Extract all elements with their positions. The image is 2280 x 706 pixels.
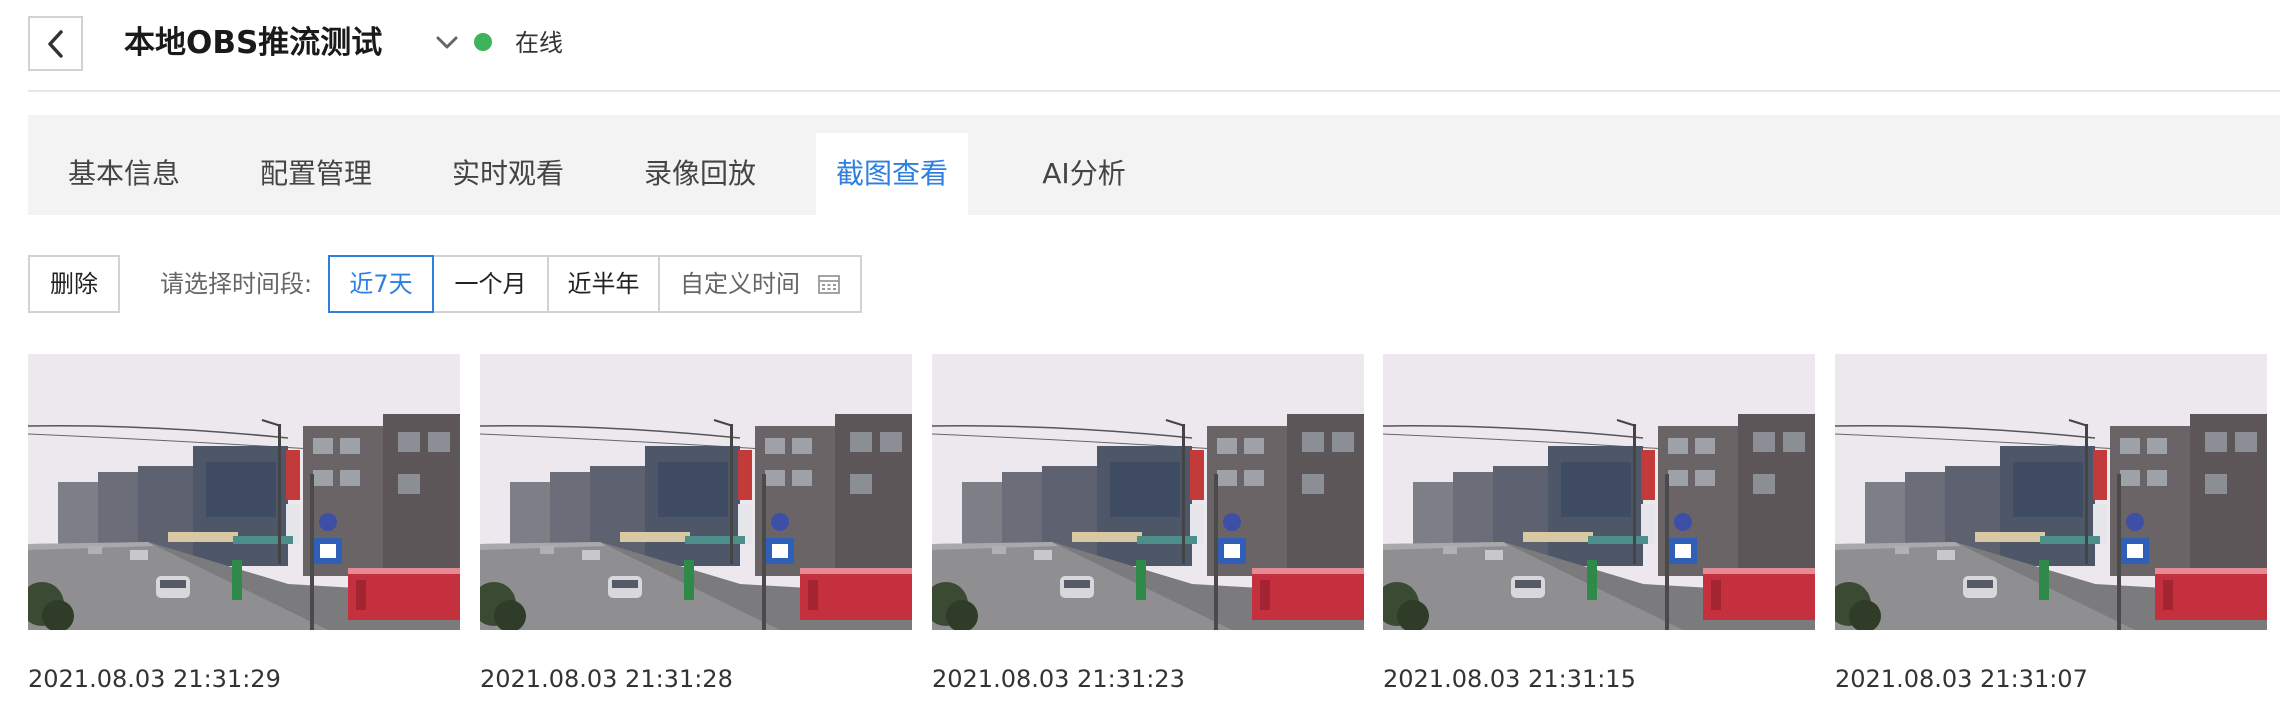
snapshot-thumbnail[interactable] bbox=[1383, 354, 1815, 630]
snapshot-timestamp: 2021.08.03 21:31:23 bbox=[932, 665, 1185, 693]
snapshot-timestamp: 2021.08.03 21:31:07 bbox=[1835, 665, 2088, 693]
tab-ai-analysis[interactable]: AI分析 bbox=[988, 133, 1180, 215]
custom-time-label: 自定义时间 bbox=[680, 270, 800, 298]
snapshot-image bbox=[1383, 354, 1815, 630]
snapshot-image bbox=[1835, 354, 2267, 630]
device-header: 本地OBS推流测试 在线 bbox=[28, 16, 2280, 92]
snapshot-image bbox=[932, 354, 1364, 630]
device-title: 本地OBS推流测试 bbox=[124, 25, 383, 61]
calendar-icon bbox=[818, 275, 840, 294]
snapshot-thumbnail[interactable] bbox=[480, 354, 912, 630]
snapshot-timestamp: 2021.08.03 21:31:15 bbox=[1383, 665, 1636, 693]
tab-basic-info[interactable]: 基本信息 bbox=[28, 133, 220, 215]
tab-config[interactable]: 配置管理 bbox=[220, 133, 412, 215]
device-switch-dropdown[interactable] bbox=[434, 30, 460, 56]
tab-playback[interactable]: 录像回放 bbox=[604, 133, 796, 215]
snapshot-timestamp: 2021.08.03 21:31:29 bbox=[28, 665, 281, 693]
snapshot-image bbox=[480, 354, 912, 630]
tab-bar: 基本信息 配置管理 实时观看 录像回放 截图查看 AI分析 bbox=[28, 115, 2280, 215]
tab-live-view[interactable]: 实时观看 bbox=[412, 133, 604, 215]
range-half-year[interactable]: 近半年 bbox=[547, 255, 660, 313]
chevron-down-icon bbox=[436, 36, 458, 49]
chevron-left-icon bbox=[47, 29, 63, 58]
tab-snapshots[interactable]: 截图查看 bbox=[816, 133, 968, 215]
snapshot-thumbnail[interactable] bbox=[932, 354, 1364, 630]
time-range-label: 请选择时间段: bbox=[160, 270, 313, 298]
custom-time-picker[interactable]: 自定义时间 bbox=[658, 255, 862, 313]
snapshot-thumbnail[interactable] bbox=[1835, 354, 2267, 630]
status-text: 在线 bbox=[515, 29, 563, 57]
snapshot-thumbnail[interactable] bbox=[28, 354, 460, 630]
back-button[interactable] bbox=[28, 16, 83, 71]
snapshot-image bbox=[28, 354, 460, 630]
snapshot-timestamp: 2021.08.03 21:31:28 bbox=[480, 665, 733, 693]
delete-button[interactable]: 删除 bbox=[28, 255, 120, 313]
device-snapshot-page: 本地OBS推流测试 在线 基本信息 配置管理 实时观看 录像回放 截图查看 AI… bbox=[0, 0, 2280, 706]
status-dot-icon bbox=[474, 33, 492, 51]
range-7-days[interactable]: 近7天 bbox=[328, 255, 434, 313]
range-1-month[interactable]: 一个月 bbox=[432, 255, 549, 313]
